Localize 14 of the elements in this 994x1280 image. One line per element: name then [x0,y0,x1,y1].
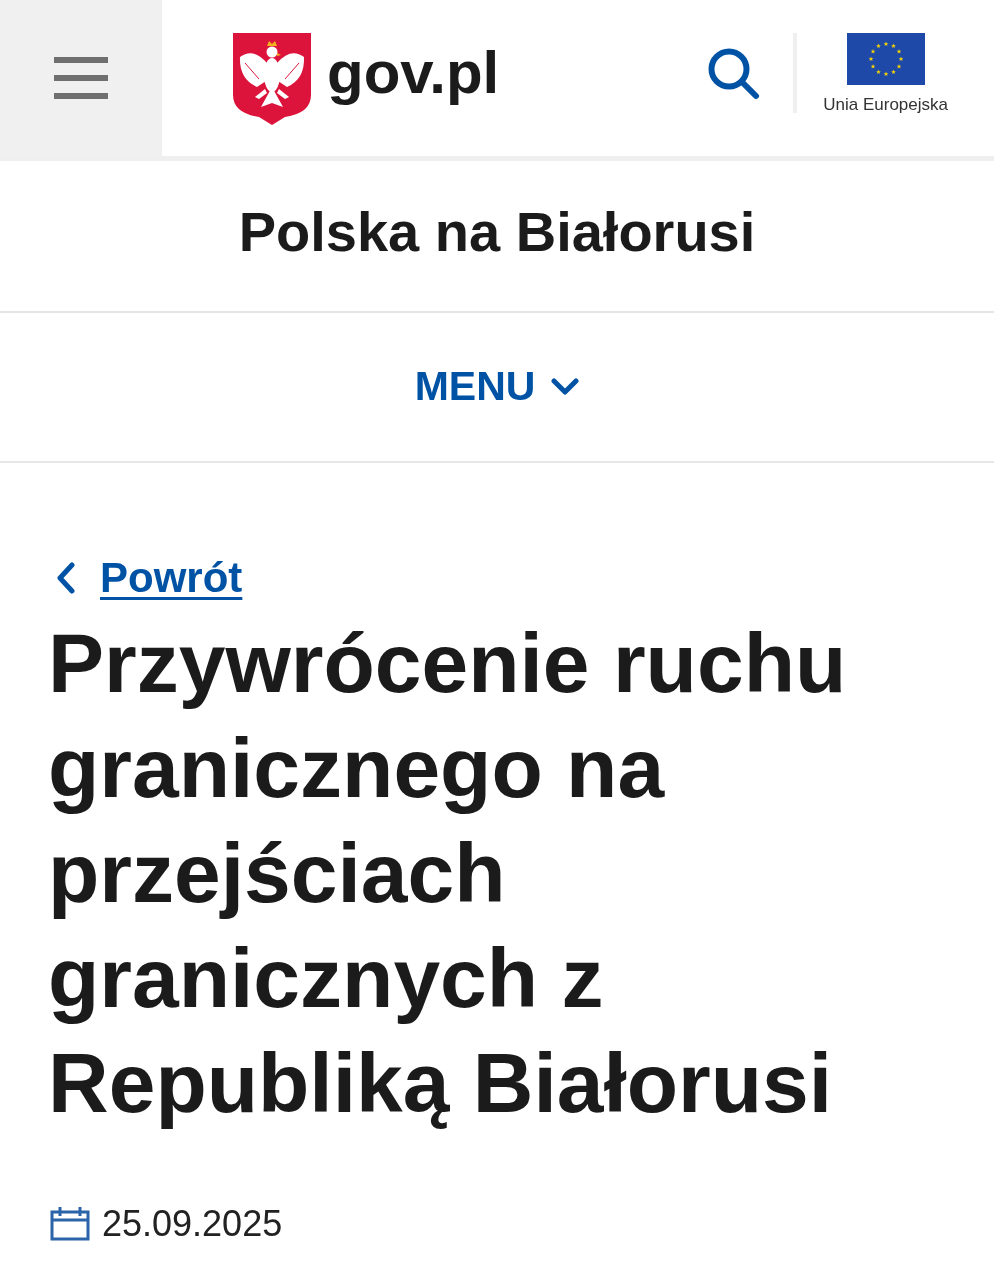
site-title: Polska na Białorusi [238,199,756,266]
chevron-left-icon [56,562,76,594]
eu-link[interactable]: Unia Europejska [797,0,994,156]
menu-button[interactable] [0,0,162,156]
publication-date: 25.09.2025 [102,1202,283,1246]
menu-icon [54,57,108,99]
star-flag-icon [846,33,925,85]
search-icon [708,48,761,100]
eagle-shield-icon [233,33,311,125]
home-link[interactable]: gov.pl [233,0,500,156]
menu-dropdown-button[interactable]: MENU [410,362,584,412]
calendar-icon [50,1207,90,1241]
article-title: Przywrócenie ruchu granicznego na przejściach granicznych z Republiką Białorusi [48,615,848,1132]
back-link[interactable]: Powrót [56,553,243,603]
